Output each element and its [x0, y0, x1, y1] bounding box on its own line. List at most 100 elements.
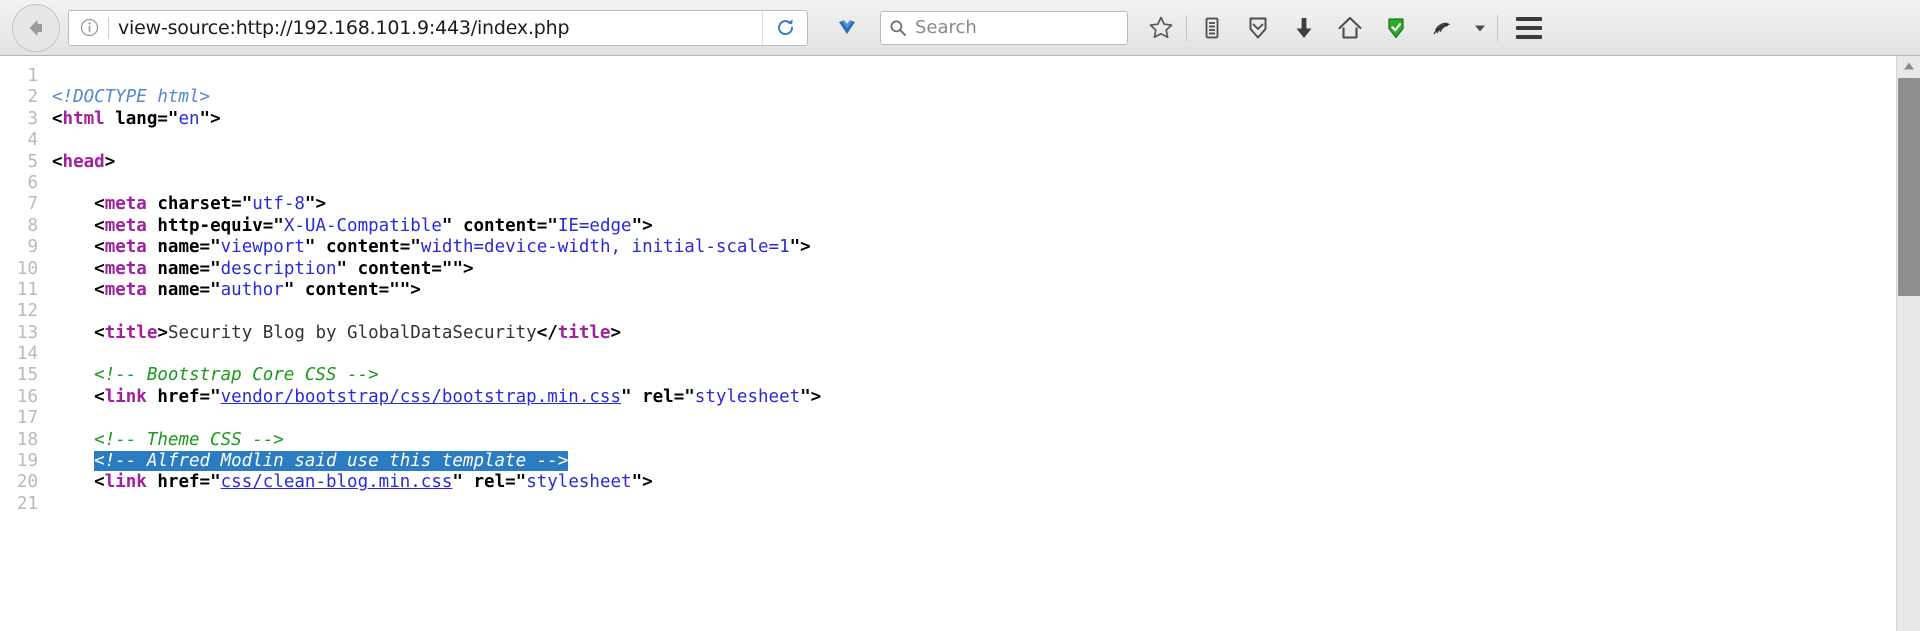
source-line[interactable]: 13 <title>Security Blog by GlobalDataSec…	[0, 323, 1896, 344]
line-number: 11	[0, 280, 52, 301]
source-line[interactable]: 20 <link href="css/clean-blog.min.css" r…	[0, 472, 1896, 493]
scroll-up-arrow[interactable]	[1897, 56, 1920, 76]
source-line[interactable]: 15 <!-- Bootstrap Core CSS -->	[0, 365, 1896, 386]
source-line[interactable]: 5<head>	[0, 152, 1896, 173]
line-number: 19	[0, 451, 52, 472]
pocket-icon[interactable]	[824, 5, 870, 51]
shield-check-icon[interactable]	[1373, 5, 1419, 51]
token-punct: <	[94, 237, 105, 257]
noscript-icon[interactable]	[1419, 5, 1465, 51]
token-val: stylesheet	[695, 387, 800, 407]
line-number: 14	[0, 344, 52, 365]
token-val: X-UA-Compatible	[284, 216, 442, 236]
source-line[interactable]: 8 <meta http-equiv="X-UA-Compatible" con…	[0, 216, 1896, 237]
source-line[interactable]: 21	[0, 494, 1896, 515]
token-attr: rel=	[463, 472, 516, 492]
search-input[interactable]: Search	[915, 17, 977, 38]
source-code-area[interactable]: 12<!DOCTYPE html>3<html lang="en">45<hea…	[0, 56, 1896, 631]
token-tag: link	[105, 387, 147, 407]
home-icon[interactable]	[1327, 5, 1373, 51]
bookmark-star-icon[interactable]	[1138, 5, 1184, 51]
token-punct: "">	[389, 280, 421, 300]
source-line[interactable]: 3<html lang="en">	[0, 109, 1896, 130]
token-link[interactable]: css/clean-blog.min.css	[221, 472, 453, 492]
source-line[interactable]: 10 <meta name="description" content="">	[0, 259, 1896, 280]
source-line[interactable]: 11 <meta name="author" content="">	[0, 280, 1896, 301]
token-doctype: <!DOCTYPE html>	[52, 87, 210, 107]
library-icon[interactable]	[1189, 5, 1235, 51]
token-link[interactable]: vendor/bootstrap/css/bootstrap.min.css	[221, 387, 621, 407]
source-line[interactable]: 9 <meta name="viewport" content="width=d…	[0, 237, 1896, 258]
line-content[interactable]: <meta name="author" content="">	[52, 280, 1896, 301]
token-punct: "	[168, 109, 179, 129]
token-attr: href=	[147, 387, 210, 407]
line-content[interactable]: <meta name="description" content="">	[52, 259, 1896, 280]
source-line[interactable]: 2<!DOCTYPE html>	[0, 87, 1896, 108]
line-content[interactable]: <meta http-equiv="X-UA-Compatible" conte…	[52, 216, 1896, 237]
source-line[interactable]: 18 <!-- Theme CSS -->	[0, 430, 1896, 451]
line-content[interactable]: <link href="css/clean-blog.min.css" rel=…	[52, 472, 1896, 493]
source-line[interactable]: 19 <!-- Alfred Modlin said use this temp…	[0, 451, 1896, 472]
line-content[interactable]: <!-- Bootstrap Core CSS -->	[52, 365, 1896, 386]
hamburger-menu-button[interactable]	[1506, 5, 1552, 51]
chevron-down-icon[interactable]	[1465, 5, 1495, 51]
token-plain	[52, 323, 94, 343]
line-content[interactable]: <head>	[52, 152, 1896, 173]
scrollbar-thumb[interactable]	[1898, 78, 1920, 296]
token-attr: http-equiv=	[147, 216, 273, 236]
source-line[interactable]: 7 <meta charset="utf-8">	[0, 194, 1896, 215]
token-punct: ">	[632, 472, 653, 492]
line-content[interactable]: <!-- Theme CSS -->	[52, 430, 1896, 451]
line-content[interactable]: <meta charset="utf-8">	[52, 194, 1896, 215]
line-number: 18	[0, 430, 52, 451]
token-punct: "">	[442, 259, 474, 279]
source-code-lines: 12<!DOCTYPE html>3<html lang="en">45<hea…	[0, 66, 1896, 515]
url-separator	[108, 17, 109, 39]
source-line[interactable]: 14	[0, 344, 1896, 365]
source-line[interactable]: 1	[0, 66, 1896, 87]
url-bar[interactable]: view-source:http://192.168.101.9:443/ind…	[68, 10, 808, 46]
token-punct: <	[52, 152, 63, 172]
token-punct: <	[94, 323, 105, 343]
token-punct: "	[242, 194, 253, 214]
token-punct: <	[94, 387, 105, 407]
token-comment: <!-- Alfred Modlin said use this templat…	[94, 451, 568, 471]
line-number: 2	[0, 87, 52, 108]
line-number: 13	[0, 323, 52, 344]
token-tag: meta	[105, 280, 147, 300]
url-input[interactable]: view-source:http://192.168.101.9:443/ind…	[118, 17, 762, 39]
downloads-icon[interactable]	[1281, 5, 1327, 51]
token-punct: ">	[200, 109, 221, 129]
token-punct: "	[452, 472, 463, 492]
source-line[interactable]: 16 <link href="vendor/bootstrap/css/boot…	[0, 387, 1896, 408]
source-line[interactable]: 12	[0, 301, 1896, 322]
line-content[interactable]: <!-- Alfred Modlin said use this templat…	[52, 451, 1896, 472]
line-content[interactable]: <!DOCTYPE html>	[52, 87, 1896, 108]
search-bar[interactable]: Search	[880, 11, 1128, 45]
back-button[interactable]	[12, 4, 60, 52]
line-content[interactable]: <html lang="en">	[52, 109, 1896, 130]
token-punct: "	[210, 259, 221, 279]
token-val: en	[178, 109, 199, 129]
info-icon[interactable]	[79, 18, 99, 38]
vertical-scrollbar[interactable]	[1896, 56, 1920, 631]
token-plain	[52, 237, 94, 257]
source-line[interactable]: 6	[0, 173, 1896, 194]
source-line[interactable]: 17	[0, 408, 1896, 429]
line-number: 5	[0, 152, 52, 173]
source-line[interactable]: 4	[0, 130, 1896, 151]
token-tag: head	[63, 152, 105, 172]
token-text: Security Blog by GlobalDataSecurity	[168, 323, 537, 343]
token-punct: <	[94, 472, 105, 492]
line-content[interactable]: <link href="vendor/bootstrap/css/bootstr…	[52, 387, 1896, 408]
save-page-icon[interactable]	[1235, 5, 1281, 51]
token-punct: >	[105, 152, 116, 172]
reload-button[interactable]	[762, 11, 807, 45]
token-attr: charset=	[147, 194, 242, 214]
token-comment: <!-- Theme CSS -->	[94, 430, 284, 450]
line-content[interactable]: <title>Security Blog by GlobalDataSecuri…	[52, 323, 1896, 344]
token-punct: <	[94, 259, 105, 279]
token-attr: name=	[147, 237, 210, 257]
line-content[interactable]: <meta name="viewport" content="width=dev…	[52, 237, 1896, 258]
token-punct: "	[284, 280, 295, 300]
